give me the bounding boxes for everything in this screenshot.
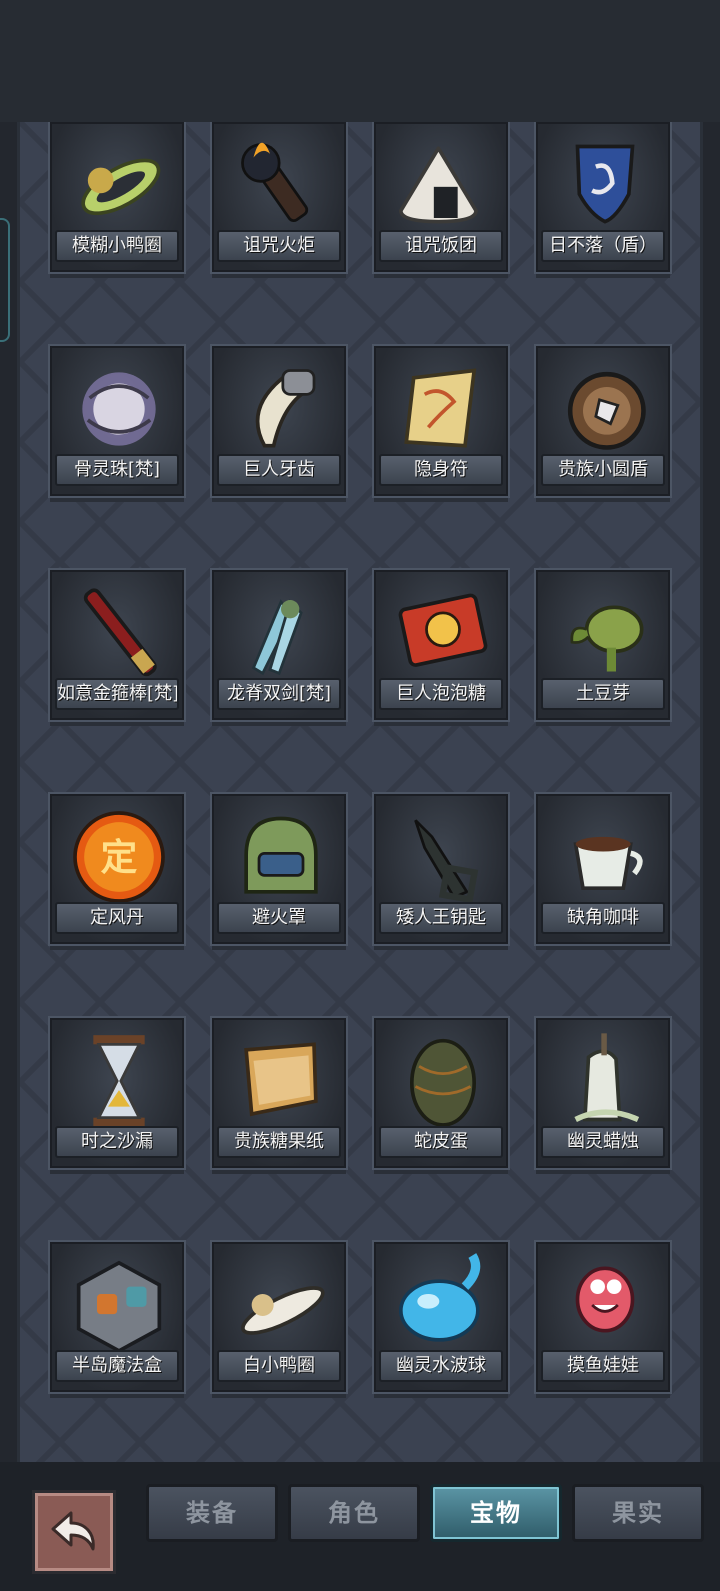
item-card[interactable]: 幽灵蜡烛 <box>536 1018 670 1168</box>
item-label: 模糊小鸭圈 <box>55 230 179 262</box>
item-card[interactable]: 半岛魔法盒 <box>50 1242 184 1392</box>
tab-characters[interactable]: 角色 <box>288 1484 420 1542</box>
item-card[interactable]: 诅咒火炬 <box>212 122 346 272</box>
tab-equipment[interactable]: 装备 <box>146 1484 278 1542</box>
item-label: 龙脊双剑[梵] <box>217 678 341 710</box>
item-card[interactable]: 时之沙漏 <box>50 1018 184 1168</box>
item-card[interactable]: 白小鸭圈 <box>212 1242 346 1392</box>
top-bar <box>0 0 720 122</box>
item-label: 矮人王钥匙 <box>379 902 503 934</box>
potato-sprout-icon <box>570 605 644 672</box>
item-card[interactable]: 模糊小鸭圈 <box>50 122 184 272</box>
snakeskin-egg-icon <box>410 1038 476 1127</box>
item-card[interactable]: 巨人牙齿 <box>212 346 346 496</box>
item-label: 时之沙漏 <box>55 1126 179 1158</box>
white-duck-ring-icon <box>241 1286 325 1335</box>
item-card[interactable]: 贵族小圆盾 <box>536 346 670 496</box>
item-label: 避火罩 <box>217 902 341 934</box>
item-label: 日不落（盾） <box>541 230 665 262</box>
water-orb-icon <box>399 1253 481 1342</box>
item-label: 白小鸭圈 <box>217 1350 341 1382</box>
giant-tooth-icon <box>255 369 316 448</box>
bubblegum-box-icon <box>398 593 488 667</box>
item-card[interactable]: 如意金箍棒[梵] <box>50 570 184 720</box>
item-label: 土豆芽 <box>541 678 665 710</box>
item-label: 诅咒饭团 <box>379 230 503 262</box>
dragon-twin-swords-icon <box>251 599 303 676</box>
item-card[interactable]: 幽灵水波球 <box>374 1242 508 1392</box>
fire-helmet-icon <box>244 816 318 894</box>
item-label: 诅咒火炬 <box>217 230 341 262</box>
orb-character: 定 <box>101 836 138 879</box>
item-card[interactable]: 矮人王钥匙 <box>374 794 508 944</box>
item-card[interactable]: 隐身符 <box>374 346 508 496</box>
back-button[interactable] <box>32 1490 116 1574</box>
invisibility-talisman-icon <box>404 368 477 448</box>
item-label: 如意金箍棒[梵] <box>55 678 179 710</box>
item-card[interactable]: 巨人泡泡糖 <box>374 570 508 720</box>
round-shield-icon <box>567 371 646 450</box>
item-card[interactable]: 诅咒饭团 <box>374 122 508 272</box>
item-card[interactable]: 摸鱼娃娃 <box>536 1242 670 1392</box>
hourglass-icon <box>93 1035 145 1127</box>
golden-staff-icon <box>83 588 157 677</box>
item-label: 巨人牙齿 <box>217 454 341 486</box>
coffee-cup-icon <box>573 836 643 890</box>
ghost-candle-icon <box>574 1033 640 1123</box>
item-label: 幽灵蜡烛 <box>541 1126 665 1158</box>
item-label: 隐身符 <box>379 454 503 486</box>
cursed-rice-ball-icon <box>399 146 478 224</box>
item-card[interactable]: 贵族糖果纸 <box>212 1018 346 1168</box>
tab-fruits[interactable]: 果实 <box>572 1484 704 1542</box>
magic-cube-icon <box>76 1260 162 1353</box>
item-card[interactable]: 定定风丹 <box>50 794 184 944</box>
candy-paper-icon <box>244 1042 318 1117</box>
item-label: 幽灵水波球 <box>379 1350 503 1382</box>
item-grid: 模糊小鸭圈 诅咒火炬 诅咒饭团 日不落（盾） 骨灵珠[梵] 巨人牙齿 隐身符 贵族小圆盾如意金… <box>50 122 670 1462</box>
yellow-duck-ring-icon <box>81 158 161 216</box>
bone-spirit-orb-icon <box>82 372 156 446</box>
side-drawer-handle[interactable] <box>0 218 10 342</box>
dwarf-key-icon <box>414 819 479 904</box>
wind-pill-orb-icon: 定 <box>73 811 165 903</box>
treasure-panel[interactable]: 模糊小鸭圈 诅咒火炬 诅咒饭团 日不落（盾） 骨灵珠[梵] 巨人牙齿 隐身符 贵族小圆盾如意金… <box>17 122 703 1462</box>
item-card[interactable]: 蛇皮蛋 <box>374 1018 508 1168</box>
cursed-torch-icon <box>241 142 309 223</box>
item-label: 贵族糖果纸 <box>217 1126 341 1158</box>
item-label: 定风丹 <box>55 902 179 934</box>
item-label: 骨灵珠[梵] <box>55 454 179 486</box>
item-card[interactable]: 龙脊双剑[梵] <box>212 570 346 720</box>
blue-shield-icon <box>575 144 635 224</box>
item-card[interactable]: 土豆芽 <box>536 570 670 720</box>
tab-treasures[interactable]: 宝物 <box>430 1484 562 1542</box>
item-card[interactable]: 避火罩 <box>212 794 346 944</box>
return-arrow-icon <box>51 1511 95 1551</box>
item-label: 缺角咖啡 <box>541 902 665 934</box>
pink-doll-icon <box>575 1266 635 1333</box>
item-card[interactable]: 日不落（盾） <box>536 122 670 272</box>
item-label: 摸鱼娃娃 <box>541 1350 665 1382</box>
item-label: 贵族小圆盾 <box>541 454 665 486</box>
item-label: 蛇皮蛋 <box>379 1126 503 1158</box>
item-card[interactable]: 骨灵珠[梵] <box>50 346 184 496</box>
item-label: 半岛魔法盒 <box>55 1350 179 1382</box>
item-label: 巨人泡泡糖 <box>379 678 503 710</box>
item-card[interactable]: 缺角咖啡 <box>536 794 670 944</box>
